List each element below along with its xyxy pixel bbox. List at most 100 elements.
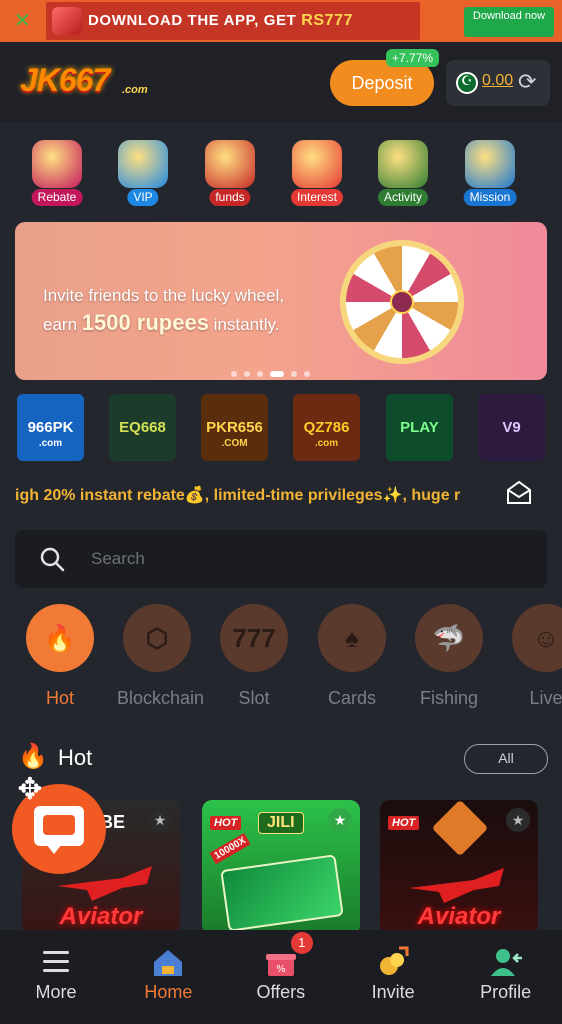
- nav-invite[interactable]: Invite: [337, 930, 449, 1024]
- game-card-jili[interactable]: HOT JILI ★ 10000X: [202, 800, 360, 935]
- money-stack-icon: [220, 854, 344, 932]
- carousel-dot[interactable]: [270, 371, 284, 377]
- promo-carousel-banner[interactable]: Invite friends to the lucky wheel, earn …: [15, 222, 547, 380]
- category-blockchain[interactable]: ⬡ Blockchain: [117, 604, 205, 714]
- quick-menu-vip[interactable]: VIP: [106, 136, 180, 208]
- nav-label: More: [35, 982, 77, 1002]
- category-icon-circle: 🔥: [26, 604, 94, 672]
- app-logo-icon: [52, 7, 82, 35]
- partner-site-card[interactable]: EQ668: [109, 394, 176, 461]
- banner-headline: Invite friends to the lucky wheel,: [43, 286, 284, 305]
- airplane-icon: [409, 868, 504, 903]
- nav-label: Invite: [371, 982, 415, 1002]
- bottom-navigation: More Home% Offers 1 Invite Profile: [0, 930, 562, 1024]
- search-bar: [15, 530, 547, 588]
- category-live[interactable]: ☺ Live: [506, 604, 562, 714]
- search-input[interactable]: [91, 547, 511, 571]
- close-icon[interactable]: ✕: [14, 9, 31, 33]
- category-icon-circle: ☺: [512, 604, 562, 672]
- pakistan-flag-icon: [456, 72, 478, 94]
- site-logo[interactable]: JK667 .com: [20, 62, 162, 106]
- category-label: Blockchain: [117, 688, 205, 708]
- quick-menu-activity[interactable]: Activity: [366, 136, 440, 208]
- category-icon-circle: 777: [220, 604, 288, 672]
- hot-tag: HOT: [388, 816, 420, 830]
- partner-site-card[interactable]: V9 GAME: [478, 394, 545, 461]
- svg-text:%: %: [276, 964, 286, 975]
- balance-value: 0.00: [482, 72, 514, 89]
- quick-menu-rebate[interactable]: Rebate: [20, 136, 94, 208]
- category-slot[interactable]: 777 Slot: [214, 604, 294, 714]
- quick-menu-label: Mission: [463, 189, 517, 206]
- banner-subline: earn 1500 rupees instantly.: [43, 310, 280, 335]
- refresh-icon[interactable]: ⟳: [518, 69, 536, 95]
- partner-site-card[interactable]: PLAY 777: [386, 394, 453, 461]
- download-now-button[interactable]: Download now: [464, 7, 554, 37]
- carousel-dot[interactable]: [304, 371, 310, 377]
- view-all-button[interactable]: All: [464, 744, 548, 774]
- category-icon-circle: ⬡: [123, 604, 191, 672]
- deposit-bonus-badge: +7.77%: [386, 49, 440, 67]
- game-title: Aviator: [417, 903, 501, 930]
- partner-site-card[interactable]: PKR656 .COM: [201, 394, 268, 461]
- announcement-marquee: igh 20% instant rebate💰, limited-time pr…: [15, 487, 461, 504]
- category-fishing-icon: 🦈: [432, 623, 466, 653]
- game-card-aviator-2[interactable]: HOT ★ Aviator: [380, 800, 538, 935]
- invite-coins-icon: [375, 944, 411, 980]
- top-header: JK667 .com Deposit +7.77% 0.00 ⟳: [0, 42, 562, 122]
- partner-site-label: EQ668: [119, 419, 166, 436]
- category-hot[interactable]: 🔥 Hot: [20, 604, 100, 714]
- carousel-dot[interactable]: [291, 371, 297, 377]
- partner-sites-row: 966PK .com EQ668 PKR656 .COM QZ786 .com PLAY 77…: [0, 394, 562, 464]
- quick-menu-label: Rebate: [31, 189, 83, 206]
- quick-menu: Rebate VIP funds Interest Activity Mission: [0, 136, 562, 216]
- nav-home[interactable]: Home: [112, 930, 224, 1024]
- partner-site-suffix: .COM: [221, 438, 248, 449]
- category-label: Cards: [327, 688, 376, 708]
- nav-more[interactable]: More: [0, 930, 112, 1024]
- favorite-star-icon[interactable]: ★: [148, 808, 172, 832]
- quick-menu-label: funds: [209, 189, 251, 206]
- carousel-dot[interactable]: [257, 371, 263, 377]
- partner-site-suffix: .com: [38, 438, 63, 449]
- funds-icon: [205, 140, 255, 188]
- carousel-dot[interactable]: [244, 371, 250, 377]
- category-fishing[interactable]: 🦈 Fishing: [409, 604, 489, 714]
- quick-menu-funds[interactable]: funds: [193, 136, 267, 208]
- quick-menu-mission[interactable]: Mission: [453, 136, 527, 208]
- nav-label: Profile: [480, 982, 532, 1002]
- chips-icon: [32, 140, 82, 188]
- partner-site-label: V9 GAME: [502, 419, 521, 436]
- favorite-star-icon[interactable]: ★: [328, 808, 352, 832]
- nav-label: Offers: [256, 982, 306, 1002]
- partner-site-card[interactable]: 966PK .com: [17, 394, 84, 461]
- category-icon-circle: 🦈: [415, 604, 483, 672]
- nav-profile[interactable]: Profile: [450, 930, 562, 1024]
- partner-site-label: PKR656: [206, 419, 263, 436]
- carousel-dots: [231, 364, 317, 377]
- nav-label: Home: [144, 982, 193, 1002]
- partner-site-card[interactable]: QZ786 .com: [293, 394, 360, 461]
- nav-offers[interactable]: % Offers 1: [225, 930, 337, 1024]
- category-label: Fishing: [419, 688, 479, 708]
- favorite-star-icon[interactable]: ★: [506, 808, 530, 832]
- app-page: ✕ DOWNLOAD THE APP, GET RS777 Download n…: [0, 0, 562, 1024]
- drag-move-icon[interactable]: ✥: [12, 772, 48, 808]
- mail-icon[interactable]: [504, 478, 534, 508]
- home-icon: [150, 944, 186, 980]
- gift-icon: [378, 140, 428, 188]
- category-blockchain-icon: ⬡: [145, 623, 169, 653]
- search-icon[interactable]: [39, 546, 65, 572]
- download-promo-banner[interactable]: DOWNLOAD THE APP, GET RS777: [46, 2, 420, 40]
- download-promo-bar: ✕ DOWNLOAD THE APP, GET RS777 Download n…: [0, 0, 562, 42]
- category-icon-circle: ♠: [318, 604, 386, 672]
- category-cards[interactable]: ♠ Cards: [312, 604, 392, 714]
- balance-box: 0.00 ⟳: [446, 60, 550, 106]
- wheel-hub: [390, 290, 414, 314]
- partner-site-suffix: .com: [314, 438, 339, 449]
- category-live-icon: ☺: [532, 623, 560, 653]
- carousel-dot[interactable]: [231, 371, 237, 377]
- quick-menu-interest[interactable]: Interest: [280, 136, 354, 208]
- game-title: Aviator: [59, 903, 143, 930]
- partner-site-label: PLAY 777: [400, 419, 439, 436]
